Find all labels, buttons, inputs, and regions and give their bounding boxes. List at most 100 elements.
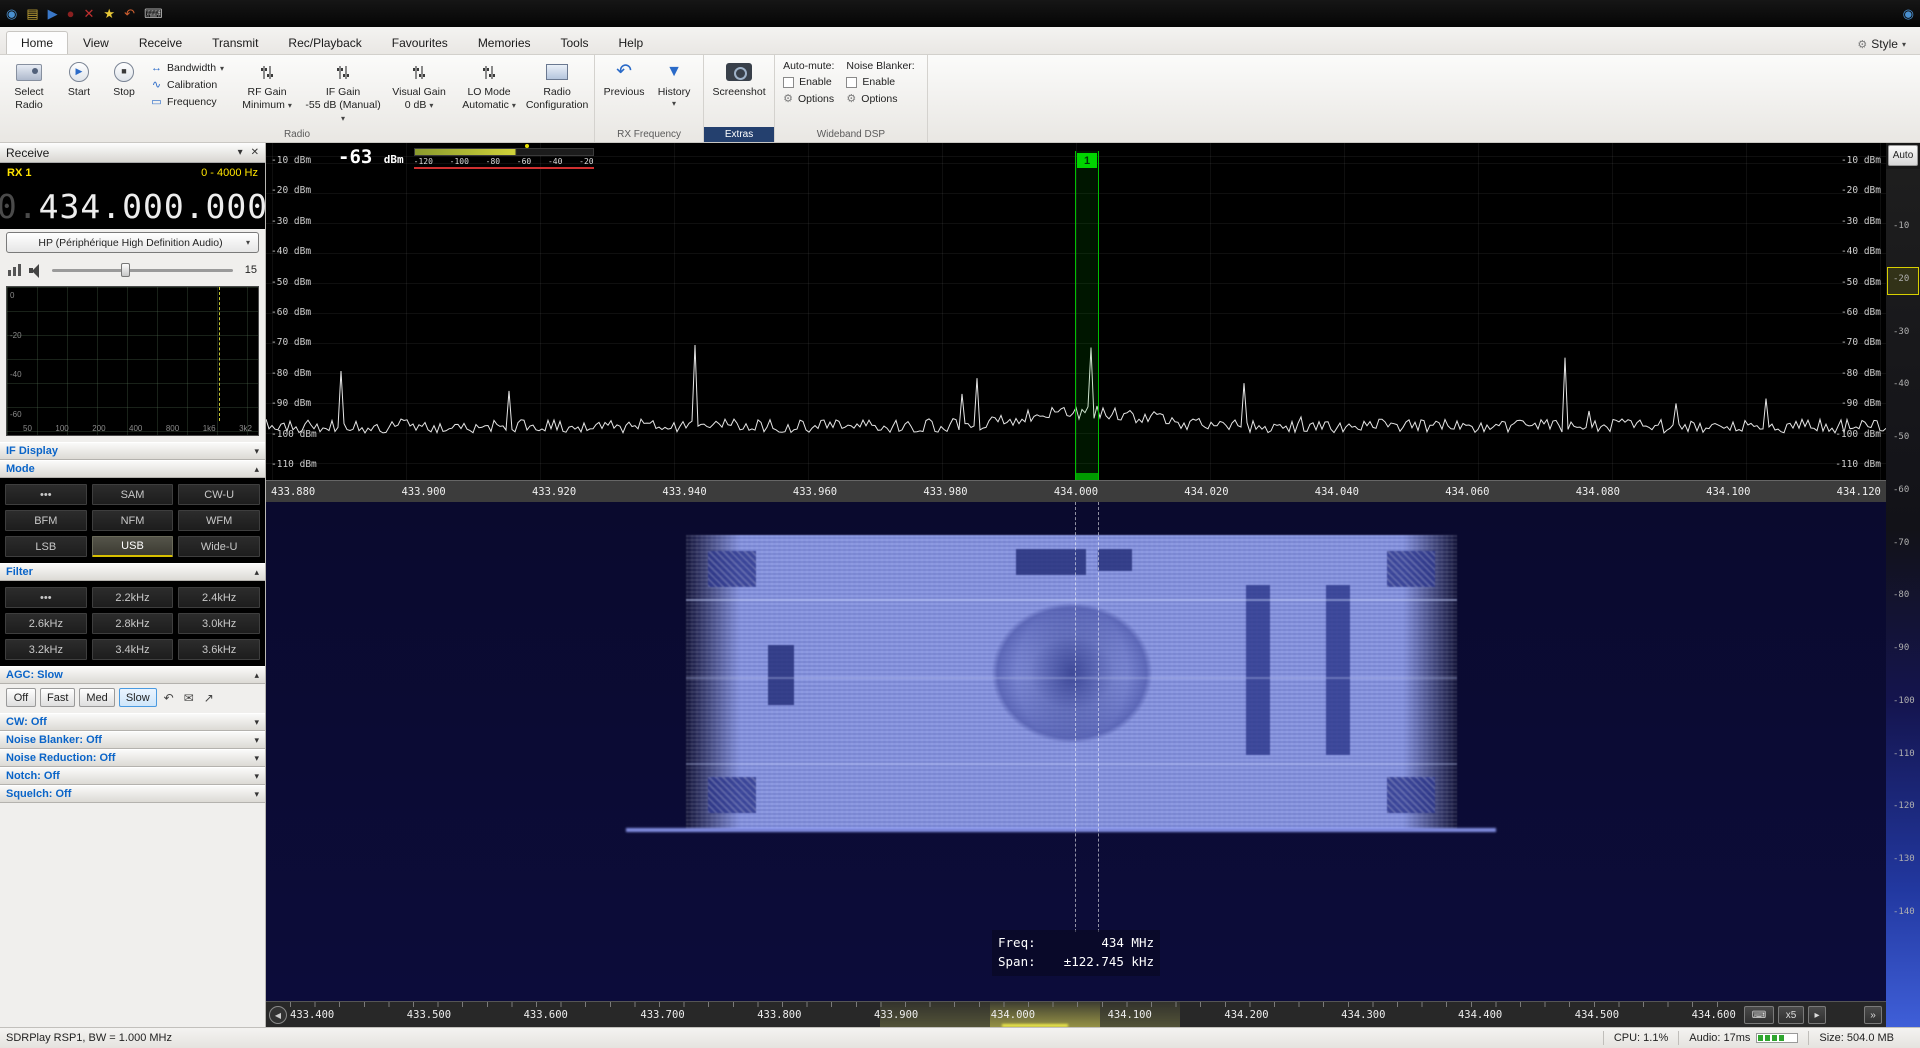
radio-configuration-button[interactable]: Radio Configuration [524,58,590,114]
mode-nfm-button[interactable]: NFM [92,510,174,531]
frequency-button[interactable]: ▭ Frequency [150,95,224,108]
tab-view[interactable]: View [68,31,124,54]
record-icon[interactable]: ● [67,7,75,20]
step-right-button[interactable]: ▸ [1808,1006,1826,1024]
graph-icon[interactable]: ↗ [201,691,217,705]
spectrum-frequency-axis[interactable]: 433.880 433.900 433.920 433.940 433.960 … [266,480,1886,502]
group-label-rx-frequency: RX Frequency [595,127,703,142]
select-radio-button[interactable]: Select Radio [4,58,54,114]
agc-med-button[interactable]: Med [79,688,114,707]
filter-22-button[interactable]: 2.2kHz [92,587,174,608]
tuning-marker[interactable]: 1 [1075,151,1099,480]
close-icon[interactable]: ✕ [251,147,259,158]
waterfall-display[interactable]: Freq:434 MHz Span:±122.745 kHz [266,502,1886,1001]
bandwidth-button[interactable]: ↔ Bandwidth ▾ [150,62,224,74]
keyboard-icon[interactable]: ⌨ [144,7,163,20]
scale-tick: 434.600 [1692,1009,1736,1021]
favourite-star-icon[interactable]: ★ [103,7,115,20]
previous-frequency-button[interactable]: ↶ Previous [599,58,649,101]
tab-tools[interactable]: Tools [546,31,604,54]
frequency-history-button[interactable]: ▼ History ▾ [649,58,699,111]
speaker-icon[interactable] [29,264,44,277]
lo-mode-button[interactable]: LO Mode Automatic ▾ [454,58,524,114]
stop-button[interactable]: ■ Stop [104,58,144,101]
agc-off-button[interactable]: Off [6,688,36,707]
scale-tick: 434.000 [991,1009,1035,1021]
visual-gain-button[interactable]: Visual Gain 0 dB ▾ [384,58,454,114]
undo-icon[interactable]: ↶ [161,691,177,705]
volume-slider[interactable] [52,263,233,277]
style-selector[interactable]: ⚙ Style ▾ [1849,34,1914,54]
mode-sam-button[interactable]: SAM [92,484,174,505]
filter-26-button[interactable]: 2.6kHz [5,613,87,634]
agc-fast-button[interactable]: Fast [40,688,75,707]
filter-30-button[interactable]: 3.0kHz [178,613,260,634]
open-folder-icon[interactable]: ▤ [26,7,38,20]
tab-home[interactable]: Home [6,31,68,54]
mode-wfm-button[interactable]: WFM [178,510,260,531]
section-if-display[interactable]: IF Display ▾ [0,442,265,460]
filter-34-button[interactable]: 3.4kHz [92,639,174,660]
agc-slow-button[interactable]: Slow [119,688,157,707]
undo-icon[interactable]: ↶ [124,7,135,20]
mode-cwu-button[interactable]: CW-U [178,484,260,505]
level-tick: -50 [1893,432,1920,442]
filter-32-button[interactable]: 3.2kHz [5,639,87,660]
x-tick: 434.040 [1315,486,1359,498]
auto-scale-button[interactable]: Auto [1888,145,1918,166]
radio-status-text: SDRPlay RSP1, BW = 1.000 MHz [6,1032,172,1044]
section-notch[interactable]: Notch: Off ▾ [0,767,265,785]
section-noise-blanker[interactable]: Noise Blanker: Off ▾ [0,731,265,749]
tab-favourites[interactable]: Favourites [377,31,463,54]
auto-mute-enable-checkbox[interactable]: Enable [783,76,834,88]
noise-blanker-options-button[interactable]: ⚙ Options [846,92,914,105]
section-filter[interactable]: Filter ▴ [0,563,265,581]
noise-blanker-enable-checkbox[interactable]: Enable [846,76,914,88]
filter-more-button[interactable]: ••• [5,587,87,608]
tab-transmit[interactable]: Transmit [197,31,273,54]
filter-28-button[interactable]: 2.8kHz [92,613,174,634]
ag-x-tick: 3k2 [239,424,252,433]
auto-mute-options-button[interactable]: ⚙ Options [783,92,834,105]
mode-wideu-button[interactable]: Wide-U [178,536,260,557]
scroll-left-button[interactable]: ◀ [269,1006,287,1024]
cpu-status: CPU: 1.1% [1614,1032,1668,1044]
zoom-button[interactable]: x5 [1778,1006,1804,1024]
wideband-frequency-scale[interactable]: ◀ 433.400 433.500 433.600 433.700 433.80… [266,1001,1886,1027]
section-squelch[interactable]: Squelch: Off ▾ [0,785,265,803]
waterfall-level-scale[interactable]: Auto -10 -20 -30 -40 -50 -60 -70 -80 -90… [1886,143,1920,1027]
tab-receive[interactable]: Receive [124,31,197,54]
mode-bfm-button[interactable]: BFM [5,510,87,531]
mode-lsb-button[interactable]: LSB [5,536,87,557]
rf-gain-button[interactable]: RF Gain Minimum ▾ [232,58,302,114]
frequency-display[interactable]: 0.434.000.000 [0,183,265,229]
play-icon[interactable]: ▶ [48,7,58,20]
equalizer-icon[interactable] [8,264,21,276]
tab-rec-playback[interactable]: Rec/Playback [273,31,376,54]
chevron-down-icon: ▾ [254,446,259,457]
mode-usb-button[interactable]: USB [92,536,174,557]
if-gain-button[interactable]: IF Gain -55 dB (Manual) ▾ [302,58,384,127]
filter-36-button[interactable]: 3.6kHz [178,639,260,660]
spectrum-display[interactable]: -10 dBm -20 dBm -30 dBm -40 dBm -50 dBm … [266,143,1886,480]
close-session-icon[interactable]: ✕ [84,7,95,20]
section-agc[interactable]: AGC: Slow ▴ [0,666,265,684]
start-button[interactable]: ▶ Start [54,58,104,101]
tab-memories[interactable]: Memories [463,31,546,54]
section-mode[interactable]: Mode ▴ [0,460,265,478]
mode-more-button[interactable]: ••• [5,484,87,505]
audio-device-select[interactable]: HP (Périphérique High Definition Audio) … [6,232,259,253]
scroll-right-button[interactable]: » [1864,1006,1882,1024]
envelope-icon[interactable]: ✉ [181,691,197,705]
section-noise-reduction[interactable]: Noise Reduction: Off ▾ [0,749,265,767]
keyboard-entry-button[interactable]: ⌨ [1744,1006,1774,1024]
frequency-prefix: 0. [0,187,39,226]
tab-help[interactable]: Help [604,31,659,54]
section-cw[interactable]: CW: Off ▾ [0,713,265,731]
filter-24-button[interactable]: 2.4kHz [178,587,260,608]
history-icon: ▼ [650,60,698,84]
chevron-down-icon[interactable]: ▾ [238,147,243,158]
calibration-button[interactable]: ∿ Calibration [150,78,224,91]
screenshot-button[interactable]: Screenshot [708,58,770,101]
volume-thumb[interactable] [121,263,130,277]
